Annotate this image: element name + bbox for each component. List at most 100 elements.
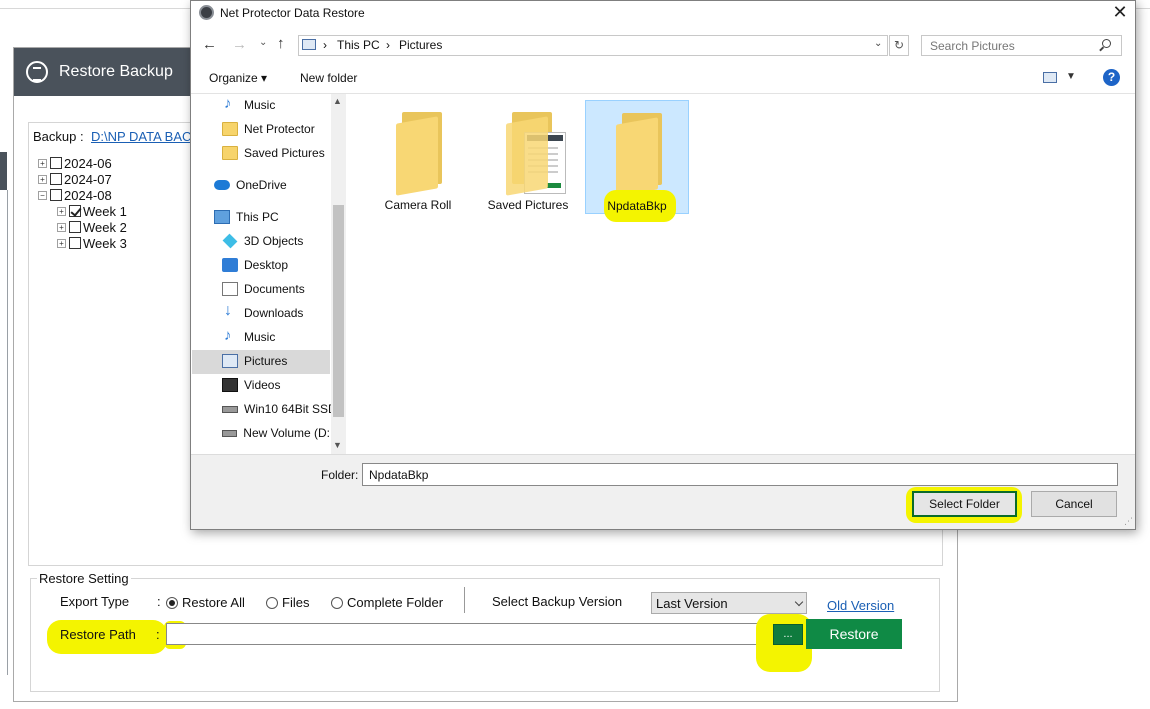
radio-selected-icon[interactable] [166,597,178,609]
left-edge-panel [0,152,7,190]
view-options-icon[interactable] [1043,72,1057,83]
search-input[interactable]: Search Pictures [921,35,1122,56]
left-edge-divider [7,190,8,675]
header-title: Restore Backup [59,63,173,80]
help-icon[interactable]: ? [1103,69,1120,86]
tree-item-label: Week 3 [83,235,127,251]
nav-item-win10-ssd[interactable]: Win10 64Bit SSD [222,398,337,420]
radio-files[interactable]: Files [266,595,309,610]
expand-icon[interactable]: + [57,222,66,232]
music-icon [222,327,238,344]
radio-restore-all[interactable]: Restore All [166,595,245,610]
download-icon [222,302,238,320]
folder-camera-roll[interactable]: Camera Roll [366,100,470,214]
tree-item-week-1[interactable]: + Week 1 [57,203,127,219]
music-icon [222,95,238,112]
recent-locations-chevron-icon[interactable]: ⌄ [259,37,267,48]
select-folder-button[interactable]: Select Folder [912,491,1017,517]
nav-item-music-2[interactable]: Music [222,326,275,348]
refresh-icon[interactable]: ↻ [889,35,909,56]
tree-checkbox[interactable] [69,221,81,233]
browse-button[interactable]: ... [773,624,803,645]
nav-item-desktop[interactable]: Desktop [222,254,288,276]
restore-button[interactable]: Restore [806,619,902,649]
nav-item-label: Music [244,98,276,112]
drive-icon [222,405,238,413]
back-arrow-icon[interactable]: ← [202,36,217,53]
tree-item-2024-06[interactable]: + 2024-06 [38,155,112,171]
folder-icon [222,122,238,136]
tree-checkbox[interactable] [50,157,62,169]
up-arrow-icon[interactable]: ↑ [277,35,285,52]
tree-item-2024-07[interactable]: + 2024-07 [38,171,112,187]
nav-item-label: Win10 64Bit SSD [244,402,337,416]
nav-item-music[interactable]: Music [222,94,275,116]
restore-backup-header: Restore Backup [14,48,194,96]
close-icon[interactable]: ✕ [1110,2,1130,22]
radio-icon[interactable] [266,597,278,609]
radio-label: Files [282,595,310,610]
search-icon[interactable] [1102,39,1111,48]
version-select-value: Last Version [656,596,728,611]
tree-checkbox[interactable] [50,189,62,201]
scroll-down-icon[interactable]: ▼ [333,440,342,450]
crumb-this-pc[interactable]: This PC [337,38,380,52]
old-version-link[interactable]: Old Version [827,598,894,613]
tree-item-label: Week 1 [83,203,127,219]
organize-menu[interactable]: Organize ▾ [209,71,267,85]
folder-saved-pictures[interactable]: Saved Pictures [476,100,580,214]
folder-name-input[interactable]: NpdataBkp [362,463,1118,486]
nav-item-this-pc[interactable]: This PC [214,206,279,228]
tree-checkbox-checked[interactable] [69,205,81,217]
restore-path-input[interactable] [166,623,768,645]
nav-item-onedrive[interactable]: OneDrive [214,174,287,196]
nav-item-pictures[interactable]: Pictures [222,350,287,372]
resize-grip-icon[interactable]: ⋰ [1124,516,1133,527]
collapse-icon[interactable]: − [38,190,47,200]
radio-icon[interactable] [331,597,343,609]
nav-item-label: Documents [244,282,305,296]
radio-complete-folder[interactable]: Complete Folder [331,595,443,610]
chevron-down-icon[interactable]: ▼ [1066,71,1076,82]
cancel-button[interactable]: Cancel [1031,491,1117,517]
nav-item-videos[interactable]: Videos [222,374,280,396]
nav-item-label: Videos [244,378,281,392]
crumb-separator[interactable]: › [323,38,327,52]
app-logo-icon [199,5,214,20]
backup-version-select[interactable]: Last Version [651,592,807,614]
tree-item-label: 2024-07 [64,171,112,187]
nav-scrollbar-thumb[interactable] [333,205,344,417]
pictures-icon [222,354,238,368]
scroll-up-icon[interactable]: ▲ [333,96,342,106]
tree-item-2024-08[interactable]: − 2024-08 [38,187,112,203]
nav-item-3d-objects[interactable]: 3D Objects [222,230,303,252]
nav-item-documents[interactable]: Documents [222,278,305,300]
backup-path-link[interactable]: D:\NP DATA BAC [91,129,191,144]
expand-icon[interactable]: + [57,238,66,248]
folder-icon [506,112,566,196]
nav-item-downloads[interactable]: Downloads [222,302,303,324]
chevron-down-icon [794,597,804,607]
desktop-icon [222,258,238,272]
backup-label: Backup : [33,129,84,144]
expand-icon[interactable]: + [57,206,66,216]
export-type-label: Export Type [60,594,130,609]
expand-icon[interactable]: + [38,174,47,184]
nav-item-label: Saved Pictures [244,146,325,160]
tree-item-week-2[interactable]: + Week 2 [57,219,127,235]
new-folder-button[interactable]: New folder [300,71,357,85]
tree-item-label: Week 2 [83,219,127,235]
tree-checkbox[interactable] [50,173,62,185]
expand-icon[interactable]: + [38,158,47,168]
export-type-colon: : [157,594,161,609]
crumb-pictures[interactable]: Pictures [399,38,442,52]
chevron-down-icon[interactable]: ⌄ [874,38,882,49]
forward-arrow-icon[interactable]: → [232,36,247,53]
nav-item-new-volume[interactable]: New Volume (D: [222,422,330,444]
nav-item-saved-pictures[interactable]: Saved Pictures [222,142,325,164]
tree-item-week-3[interactable]: + Week 3 [57,235,127,251]
nav-item-net-protector[interactable]: Net Protector [222,118,315,140]
cube-icon [222,233,238,249]
tree-checkbox[interactable] [69,237,81,249]
crumb-separator[interactable]: › [386,38,390,52]
